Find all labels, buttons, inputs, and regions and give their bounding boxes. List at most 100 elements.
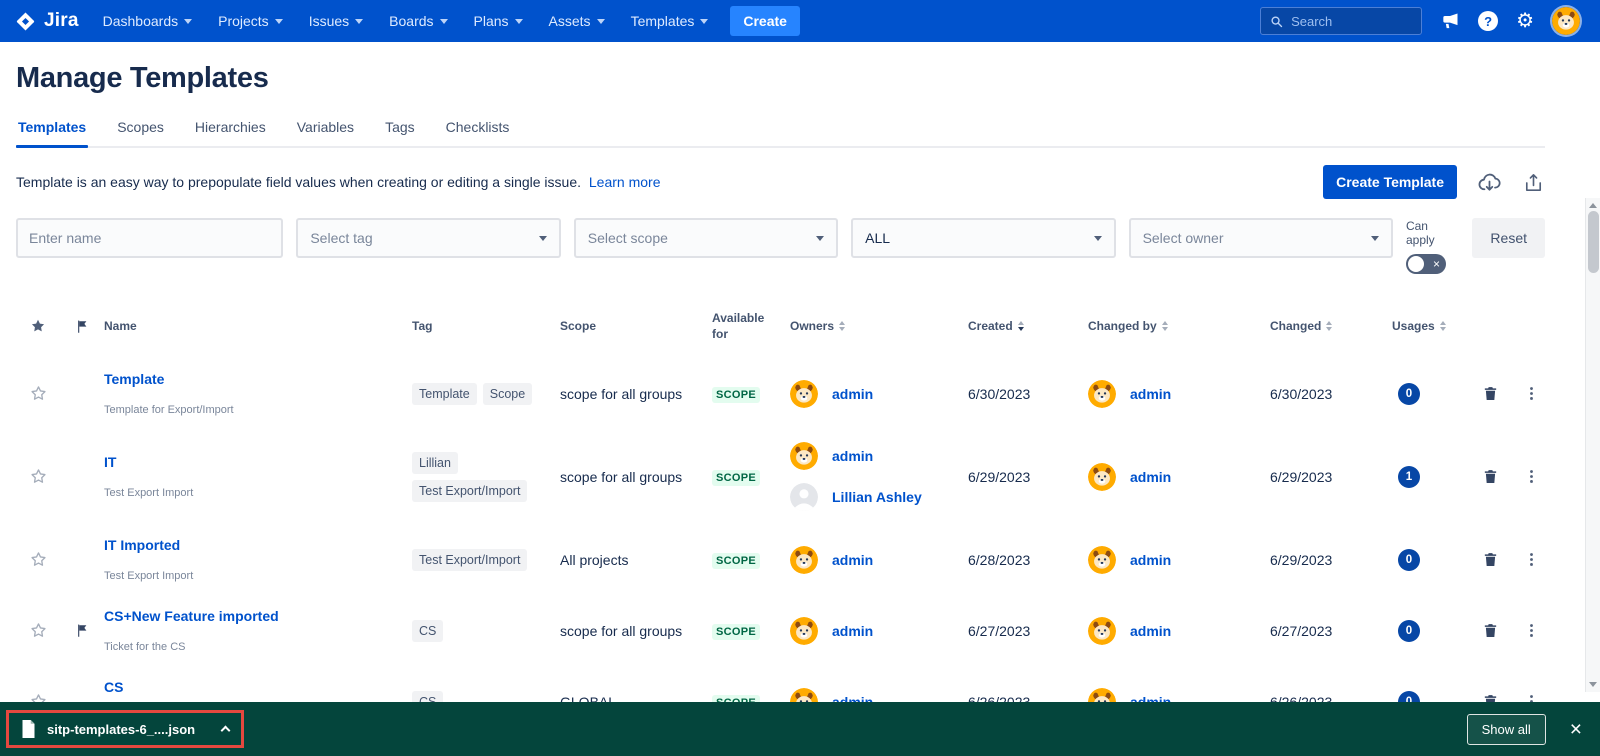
column-header-changed[interactable]: Changed (1270, 318, 1392, 334)
download-bar: sitp-templates-6_....json Show all × (0, 702, 1600, 756)
tag-filter-select[interactable]: Select tag (296, 218, 560, 258)
tag-chip: Scope (483, 383, 532, 405)
delete-trash-icon[interactable] (1482, 385, 1499, 402)
settings-gear-icon[interactable]: ⚙ (1516, 11, 1534, 31)
changed-date: 6/27/2023 (1270, 623, 1392, 639)
kebab-menu-icon[interactable] (1523, 385, 1540, 402)
import-cloud-icon[interactable] (1476, 170, 1503, 195)
delete-trash-icon[interactable] (1482, 551, 1499, 568)
owner-link[interactable]: admin (832, 552, 873, 568)
tab-bar: Templates Scopes Hierarchies Variables Tags C… (16, 119, 1545, 148)
favorite-star-icon[interactable] (16, 467, 60, 486)
kebab-menu-icon[interactable] (1523, 622, 1540, 639)
flagged-icon[interactable] (60, 623, 104, 638)
nav-search[interactable] (1260, 7, 1422, 35)
owner: admin (790, 617, 873, 645)
template-name-link[interactable]: IT Imported (104, 537, 180, 553)
dog-avatar-icon (1088, 380, 1116, 408)
tab-variables[interactable]: Variables (295, 119, 356, 146)
help-icon[interactable]: ? (1478, 11, 1498, 31)
usages-badge: 0 (1398, 620, 1420, 642)
tab-tags[interactable]: Tags (383, 119, 417, 146)
export-icon[interactable] (1522, 171, 1545, 194)
scope-value: scope for all groups (560, 469, 712, 485)
template-name-link[interactable]: Template (104, 371, 164, 387)
search-icon (1269, 14, 1284, 29)
changed-by-link[interactable]: admin (1130, 623, 1171, 639)
owner-filter-select[interactable]: Select owner (1129, 218, 1393, 258)
jira-logo-icon (14, 10, 37, 33)
favorite-star-icon[interactable] (16, 384, 60, 403)
owner-link[interactable]: admin (832, 448, 873, 464)
changed-by-link[interactable]: admin (1130, 469, 1171, 485)
tab-templates[interactable]: Templates (16, 119, 88, 146)
changed-by-link[interactable]: admin (1130, 552, 1171, 568)
reset-button[interactable]: Reset (1472, 218, 1545, 258)
filter-bar: Select tag Select scope ALL Select owner… (16, 218, 1545, 274)
primary-nav: Dashboards Projects Issues Boards Plans Asset… (103, 13, 709, 29)
column-header-usages[interactable]: Usages (1392, 318, 1458, 334)
description-row: Template is an easy way to prepopulate f… (16, 165, 1545, 199)
nav-item-boards[interactable]: Boards (389, 13, 447, 29)
column-header-scope[interactable]: Scope (560, 318, 712, 334)
download-bar-actions: Show all × (1467, 714, 1582, 745)
nav-item-issues[interactable]: Issues (309, 13, 363, 29)
dog-avatar-icon (1088, 546, 1116, 574)
template-name-link[interactable]: CS (104, 679, 123, 695)
search-input[interactable] (1291, 14, 1413, 29)
delete-trash-icon[interactable] (1482, 622, 1499, 639)
column-header-available-for[interactable]: Available for (712, 310, 790, 342)
scope-filter-select[interactable]: Select scope (574, 218, 838, 258)
changed-by-link[interactable]: admin (1130, 386, 1171, 402)
tab-checklists[interactable]: Checklists (444, 119, 512, 146)
favorite-star-icon[interactable] (16, 621, 60, 640)
apply-filter-select[interactable]: ALL (851, 218, 1115, 258)
create-template-button[interactable]: Create Template (1323, 165, 1457, 199)
owner-link[interactable]: admin (832, 386, 873, 402)
create-button[interactable]: Create (730, 6, 800, 36)
star-column-header[interactable] (16, 317, 60, 335)
name-filter-input[interactable] (16, 218, 283, 258)
kebab-menu-icon[interactable] (1523, 468, 1540, 485)
owner-link[interactable]: admin (832, 623, 873, 639)
chevron-up-icon[interactable] (221, 726, 231, 736)
learn-more-link[interactable]: Learn more (589, 174, 661, 190)
feedback-megaphone-icon[interactable] (1440, 11, 1460, 31)
nav-item-assets[interactable]: Assets (549, 13, 605, 29)
show-all-button[interactable]: Show all (1467, 714, 1546, 745)
can-apply-toggle[interactable]: × (1406, 254, 1446, 274)
owner-link[interactable]: Lillian Ashley (832, 489, 922, 505)
nav-item-plans[interactable]: Plans (474, 13, 523, 29)
nav-item-templates[interactable]: Templates (631, 13, 709, 29)
kebab-menu-icon[interactable] (1523, 551, 1540, 568)
jira-home-link[interactable]: Jira (14, 10, 79, 33)
tag-chip: Lillian (412, 452, 458, 474)
nav-item-projects[interactable]: Projects (218, 13, 283, 29)
scrollbar-thumb[interactable] (1588, 211, 1599, 273)
column-header-owners[interactable]: Owners (790, 318, 968, 334)
tab-hierarchies[interactable]: Hierarchies (193, 119, 268, 146)
favorite-star-icon[interactable] (16, 550, 60, 569)
flag-column-header[interactable] (60, 319, 104, 334)
nav-item-dashboards[interactable]: Dashboards (103, 13, 193, 29)
column-header-created[interactable]: Created (968, 318, 1088, 334)
page-description: Template is an easy way to prepopulate f… (16, 174, 660, 190)
template-name-link[interactable]: CS+New Feature imported (104, 608, 279, 624)
scroll-up-arrow-icon[interactable] (1589, 203, 1597, 208)
chevron-down-icon (1371, 236, 1379, 241)
chevron-down-icon (355, 19, 363, 24)
person-avatar-icon (790, 483, 818, 511)
column-header-tag[interactable]: Tag (412, 318, 560, 334)
delete-trash-icon[interactable] (1482, 468, 1499, 485)
close-icon[interactable]: × (1570, 719, 1582, 740)
downloaded-file-item[interactable]: sitp-templates-6_....json (21, 720, 229, 738)
vertical-scrollbar[interactable] (1585, 198, 1600, 692)
user-avatar[interactable] (1552, 7, 1580, 35)
scroll-down-arrow-icon[interactable] (1589, 682, 1597, 687)
chevron-down-icon (1094, 236, 1102, 241)
template-name-link[interactable]: IT (104, 454, 116, 470)
tab-scopes[interactable]: Scopes (115, 119, 166, 146)
column-header-name[interactable]: Name (104, 318, 412, 334)
column-header-changed-by[interactable]: Changed by (1088, 318, 1270, 334)
chevron-down-icon (700, 19, 708, 24)
